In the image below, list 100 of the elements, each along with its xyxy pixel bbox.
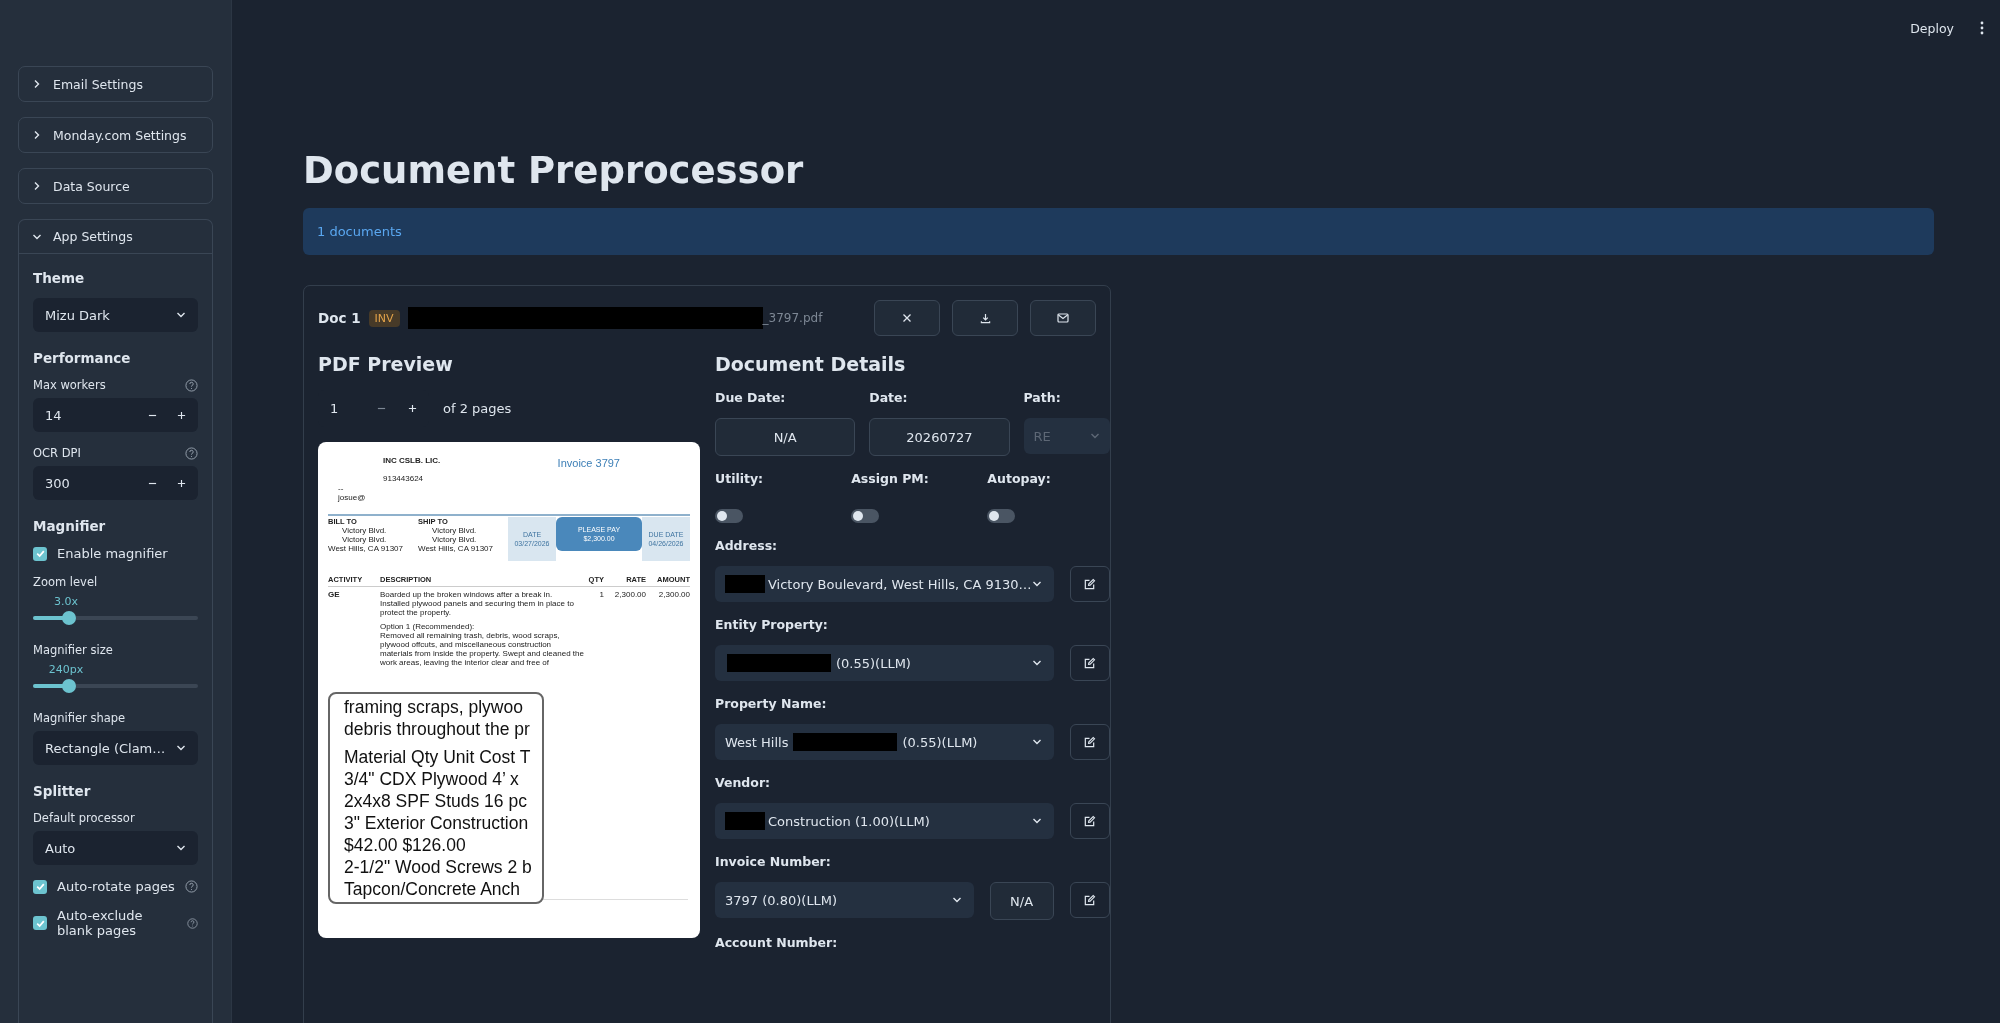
description-text: Boarded up the broken windows after a break in. Installed plywood panels and securing them in place to protect the property. bbox=[380, 590, 575, 617]
field-label: OCR DPI bbox=[33, 446, 81, 460]
expander-header[interactable]: Email Settings bbox=[19, 67, 212, 101]
address-line: Victory Blvd. bbox=[341, 526, 388, 535]
text-field[interactable]: N/A bbox=[989, 882, 1054, 920]
magnified-text: 3/4" CDX Plywood 4’ x bbox=[344, 768, 520, 790]
plus-icon[interactable] bbox=[177, 410, 186, 420]
dash-text: -- bbox=[338, 484, 345, 493]
file-name: _3797.pdf bbox=[762, 311, 823, 325]
address-line: Victory Blvd. bbox=[431, 526, 478, 535]
select-field[interactable]: West Hills (0.55)(LLM) bbox=[715, 724, 1054, 760]
close-icon bbox=[902, 313, 912, 323]
chevron-icon bbox=[176, 310, 186, 320]
expander-header[interactable]: Monday.com Settings bbox=[19, 118, 212, 152]
plus-icon[interactable] bbox=[408, 404, 417, 413]
select-field[interactable]: Victory Boulevard, West Hills, CA 9130… bbox=[715, 566, 1054, 602]
field-label: Invoice Number: bbox=[715, 854, 832, 869]
select-field[interactable]: Rectangle (Clam… bbox=[33, 731, 198, 765]
field-label: Utility: bbox=[715, 471, 765, 486]
edit-icon bbox=[1083, 656, 1097, 670]
help-icon[interactable] bbox=[185, 446, 198, 460]
phone-text: 913443624 bbox=[383, 474, 425, 483]
edit-button[interactable] bbox=[1069, 566, 1110, 602]
select-field[interactable]: 3797 (0.80)(LLM) bbox=[715, 882, 974, 918]
field-label: Zoom level bbox=[33, 575, 99, 589]
toggle-switch[interactable] bbox=[715, 509, 743, 523]
chevron-icon bbox=[32, 130, 42, 140]
redaction-bar bbox=[725, 575, 765, 593]
magnified-text: 2-1/2" Wood Screws 2 b bbox=[344, 856, 533, 878]
description-text: Option 1 (Recommended): bbox=[380, 622, 476, 631]
help-icon[interactable] bbox=[187, 916, 198, 930]
email-text: josue@ bbox=[338, 493, 367, 502]
plus-icon[interactable] bbox=[177, 478, 186, 488]
checkbox[interactable] bbox=[33, 916, 47, 930]
slider-thumb[interactable] bbox=[61, 611, 76, 625]
toggle-switch[interactable] bbox=[987, 509, 1016, 523]
slider-value: 240px bbox=[48, 663, 84, 676]
magnified-text: Tapcon/Concrete Anch bbox=[344, 878, 522, 900]
address-line: Victory Blvd. bbox=[341, 535, 388, 544]
section-heading: Theme bbox=[33, 270, 86, 286]
magnified-text: Material Qty Unit Cost T bbox=[344, 746, 532, 768]
type-tag: INV bbox=[368, 309, 400, 327]
option-text: West Hills bbox=[725, 734, 789, 750]
number-input[interactable]: 300 bbox=[33, 466, 198, 500]
redaction-bar bbox=[725, 812, 765, 830]
edit-icon bbox=[1083, 577, 1097, 591]
slider-value: 3.0x bbox=[54, 595, 78, 608]
slider-thumb[interactable] bbox=[61, 679, 76, 693]
field-label: Property Name: bbox=[715, 696, 828, 711]
expander-header[interactable]: Data Source bbox=[19, 169, 212, 203]
email-button[interactable] bbox=[1030, 300, 1096, 336]
invoice-title: Invoice 3797 bbox=[557, 456, 620, 471]
help-icon[interactable] bbox=[185, 378, 198, 392]
checkbox[interactable] bbox=[33, 546, 47, 561]
edit-button[interactable] bbox=[1069, 803, 1110, 839]
option-text: Construction (1.00)(LLM) bbox=[768, 813, 930, 829]
text-field[interactable]: 20260727 bbox=[869, 418, 1010, 456]
number-input[interactable]: 14 bbox=[33, 398, 198, 432]
info-banner: 1 documents bbox=[303, 208, 1934, 255]
chevron-icon bbox=[32, 79, 42, 89]
text-field[interactable]: N/A bbox=[715, 418, 856, 456]
chevron-icon bbox=[951, 895, 962, 905]
deploy-button[interactable]: Deploy bbox=[1904, 19, 1960, 37]
chevron-icon bbox=[1031, 816, 1042, 826]
page-title: Document Preprocessor bbox=[303, 148, 805, 194]
chevron-icon bbox=[1031, 658, 1042, 668]
select-field[interactable]: (0.55)(LLM) bbox=[715, 645, 1054, 681]
table-cell-text: 1 bbox=[598, 590, 604, 599]
edit-icon bbox=[1083, 735, 1097, 749]
select-field[interactable]: Construction (1.00)(LLM) bbox=[715, 803, 1054, 839]
magnified-text: framing scraps, plywoo bbox=[344, 696, 524, 718]
checkbox-label: Enable magnifier bbox=[57, 546, 168, 561]
description-text: Removed all remaining trash, debris, wood scraps, plywood offcuts, and miscellaneous construction materials from inside the property. Swept and cleaned the work areas, leaving the interior clear and free of bbox=[380, 631, 584, 667]
section-title: PDF Preview bbox=[318, 352, 454, 377]
option-text: (0.55)(LLM) bbox=[836, 655, 911, 671]
field-label: Entity Property: bbox=[715, 617, 829, 632]
checkbox[interactable] bbox=[33, 879, 47, 894]
envelope-icon bbox=[1057, 313, 1069, 323]
field-label: Account Number: bbox=[715, 935, 839, 950]
toggle-switch[interactable] bbox=[851, 509, 880, 523]
expander-header[interactable]: App Settings bbox=[19, 220, 212, 254]
select-field[interactable]: Mizu Dark bbox=[33, 298, 198, 332]
select-field[interactable]: Auto bbox=[33, 831, 198, 865]
checkbox-label: Auto-rotate pages bbox=[57, 879, 175, 894]
address-line: West Hills, CA 91307 bbox=[328, 544, 404, 553]
table-cell-text: GE bbox=[328, 590, 341, 599]
more-icon[interactable] bbox=[1980, 21, 1984, 35]
chevron-icon bbox=[1031, 737, 1042, 747]
help-icon[interactable] bbox=[184, 880, 198, 893]
edit-icon bbox=[1083, 893, 1097, 907]
field-label: Autopay: bbox=[987, 471, 1052, 486]
edit-icon bbox=[1083, 814, 1097, 828]
edit-button[interactable] bbox=[1069, 645, 1110, 681]
option-text: Victory Boulevard, West Hills, CA 9130… bbox=[768, 576, 1032, 592]
table-cell-text: 2,300.00 bbox=[657, 590, 690, 599]
address-line: Victory Blvd. bbox=[431, 535, 478, 544]
option-text: (0.55)(LLM) bbox=[902, 734, 978, 750]
edit-button[interactable] bbox=[1069, 724, 1110, 760]
download-icon bbox=[979, 312, 991, 324]
edit-button[interactable] bbox=[1069, 882, 1110, 918]
